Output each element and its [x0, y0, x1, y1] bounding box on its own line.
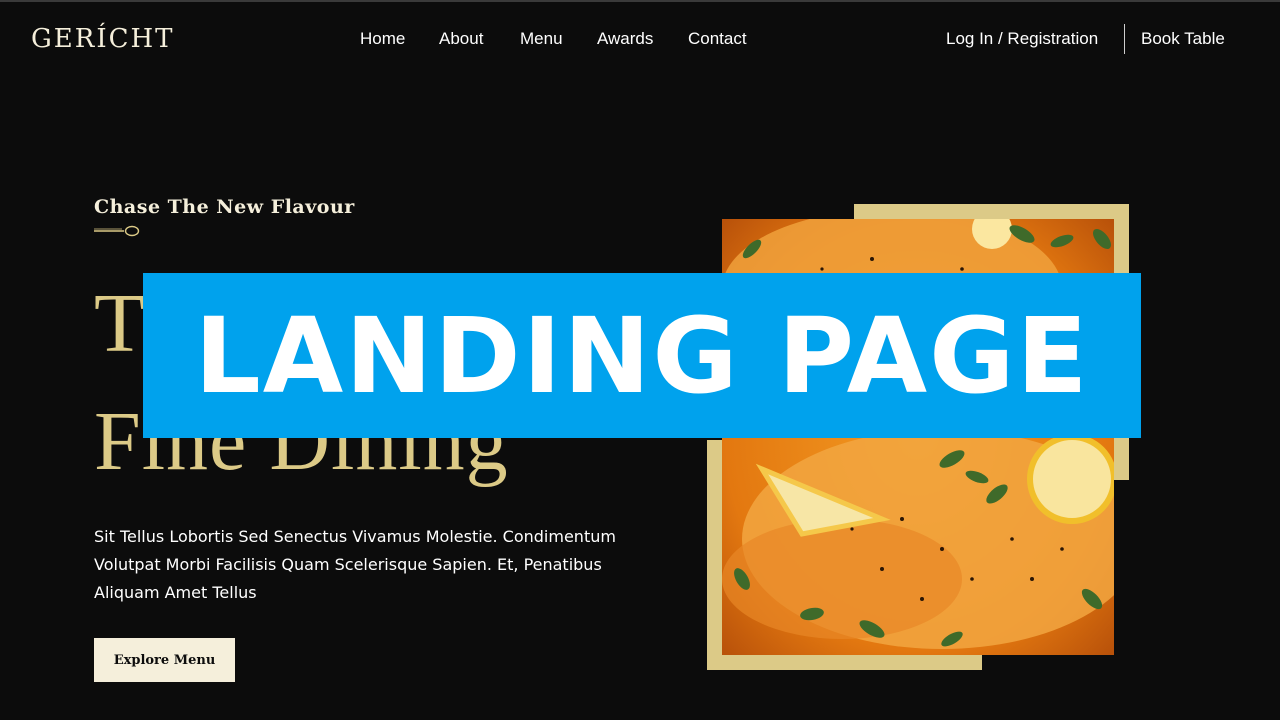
nav-about[interactable]: About	[439, 28, 483, 50]
explore-menu-button[interactable]: Explore Menu	[94, 638, 235, 682]
top-border	[0, 0, 1280, 2]
nav-awards[interactable]: Awards	[597, 28, 653, 50]
hero-subtitle: Chase The New Flavour	[94, 196, 355, 218]
hero-description: Sit Tellus Lobortis Sed Senectus Vivamus…	[94, 527, 616, 602]
logo[interactable]: GERÍCHT	[31, 23, 175, 55]
landing-page-banner: LANDING PAGE	[143, 273, 1141, 438]
nav-home[interactable]: Home	[360, 28, 405, 50]
login-link[interactable]: Log In / Registration	[946, 28, 1098, 50]
banner-text: LANDING PAGE	[194, 294, 1090, 417]
nav-divider	[1124, 24, 1125, 54]
spoon-icon	[94, 225, 140, 237]
nav-contact[interactable]: Contact	[688, 28, 747, 50]
book-table-link[interactable]: Book Table	[1141, 28, 1225, 50]
nav-menu[interactable]: Menu	[520, 28, 563, 50]
